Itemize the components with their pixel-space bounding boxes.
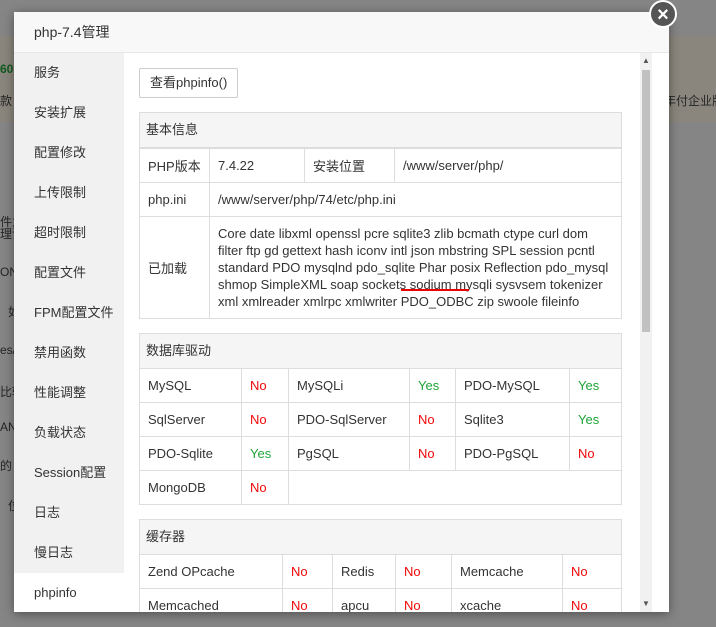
cache-table: Zend OPcache No Redis No Memcache No Mem… [140, 554, 621, 612]
close-icon[interactable]: × [649, 0, 677, 28]
db-status: No [241, 402, 289, 437]
view-phpinfo-button[interactable]: 查看phpinfo() [139, 68, 239, 98]
db-status: No [409, 436, 456, 471]
scroll-up-arrow-icon[interactable]: ▲ [640, 55, 652, 67]
db-name: PDO-Sqlite [140, 436, 242, 471]
db-name: PDO-PgSQL [455, 436, 570, 471]
cache-status: No [562, 554, 621, 589]
ini-label: php.ini [140, 182, 210, 217]
sidebar-item-fpm-config[interactable]: FPM配置文件 [14, 293, 124, 333]
cache-status: No [562, 588, 621, 612]
sidebar-item-upload-limit[interactable]: 上传限制 [14, 173, 124, 213]
db-status: No [409, 402, 456, 437]
sidebar-item-service[interactable]: 服务 [14, 53, 124, 93]
db-status: Yes [241, 436, 289, 471]
sidebar-item-log[interactable]: 日志 [14, 493, 124, 533]
loaded-extensions-value: Core date libxml openssl pcre sqlite3 zl… [209, 216, 621, 318]
cache-name: Zend OPcache [140, 554, 283, 589]
basic-info-table: PHP版本 7.4.22 安装位置 /www/server/php/ php.i… [140, 148, 621, 318]
db-status: No [241, 470, 289, 504]
sidebar-item-config-file[interactable]: 配置文件 [14, 253, 124, 293]
cache-name: Memcache [451, 554, 563, 589]
db-status: No [241, 368, 289, 403]
db-status: Yes [569, 368, 621, 403]
table-row: PDO-Sqlite Yes PgSQL No PDO-PgSQL No [140, 436, 621, 471]
sidebar-item-load-status[interactable]: 负载状态 [14, 413, 124, 453]
db-status: Yes [409, 368, 456, 403]
cache-panel: 缓存器 Zend OPcache No Redis No Memcache No… [139, 519, 622, 612]
db-name: PDO-MySQL [455, 368, 570, 403]
db-status: Yes [569, 402, 621, 437]
db-status: No [569, 436, 621, 471]
sidebar-item-timeout-limit[interactable]: 超时限制 [14, 213, 124, 253]
php-version-value: 7.4.22 [209, 148, 305, 183]
table-row: 已加载 Core date libxml openssl pcre sqlite… [140, 216, 621, 318]
sidebar-item-config-modify[interactable]: 配置修改 [14, 133, 124, 173]
content-scrollbar[interactable]: ▲ ▼ [640, 53, 652, 612]
loaded-label: 已加载 [140, 216, 210, 318]
table-row: php.ini /www/server/php/74/etc/php.ini [140, 182, 621, 217]
install-path-label: 安装位置 [304, 148, 395, 183]
table-row: Zend OPcache No Redis No Memcache No [140, 554, 621, 589]
cache-status: No [282, 554, 333, 589]
php-manager-dialog: php-7.4管理 服务 安装扩展 配置修改 上传限制 超时限制 配置文件 FP… [14, 12, 669, 612]
sidebar-item-phpinfo[interactable]: phpinfo [14, 573, 124, 612]
cache-status: No [395, 588, 452, 612]
table-row: MySQL No MySQLi Yes PDO-MySQL Yes [140, 368, 621, 403]
dialog-content: 查看phpinfo() 基本信息 PHP版本 7.4.22 安装位置 /www/… [124, 53, 669, 612]
db-driver-panel: 数据库驱动 MySQL No MySQLi Yes PDO-MySQL Yes … [139, 333, 622, 505]
cache-status: No [282, 588, 333, 612]
dialog-sidebar: 服务 安装扩展 配置修改 上传限制 超时限制 配置文件 FPM配置文件 禁用函数… [14, 53, 124, 612]
db-name: SqlServer [140, 402, 242, 437]
basic-info-title: 基本信息 [140, 113, 621, 148]
cache-name: apcu [332, 588, 396, 612]
sidebar-item-slow-log[interactable]: 慢日志 [14, 533, 124, 573]
php-version-label: PHP版本 [140, 148, 210, 183]
db-name: PDO-SqlServer [288, 402, 410, 437]
db-name: MongoDB [140, 470, 242, 504]
db-name: PgSQL [288, 436, 410, 471]
cache-name: xcache [451, 588, 563, 612]
db-name: MySQL [140, 368, 242, 403]
scroll-thumb[interactable] [642, 70, 650, 332]
basic-info-panel: 基本信息 PHP版本 7.4.22 安装位置 /www/server/php/ … [139, 112, 622, 319]
table-row: PHP版本 7.4.22 安装位置 /www/server/php/ [140, 148, 621, 183]
sidebar-item-disabled-functions[interactable]: 禁用函数 [14, 333, 124, 373]
table-row: SqlServer No PDO-SqlServer No Sqlite3 Ye… [140, 402, 621, 437]
db-name: Sqlite3 [455, 402, 570, 437]
sidebar-item-performance[interactable]: 性能调整 [14, 373, 124, 413]
scroll-down-arrow-icon[interactable]: ▼ [640, 598, 652, 610]
cache-name: Memcached [140, 588, 283, 612]
empty-cell [288, 470, 621, 504]
table-row: Memcached No apcu No xcache No [140, 588, 621, 612]
cache-name: Redis [332, 554, 396, 589]
db-name: MySQLi [288, 368, 410, 403]
underline-annotation [401, 289, 469, 291]
table-row: MongoDB No [140, 470, 621, 504]
sidebar-item-install-extension[interactable]: 安装扩展 [14, 93, 124, 133]
sidebar-item-session-config[interactable]: Session配置 [14, 453, 124, 493]
install-path-value: /www/server/php/ [394, 148, 621, 183]
cache-status: No [395, 554, 452, 589]
cache-title: 缓存器 [140, 520, 621, 555]
dialog-title: php-7.4管理 [14, 12, 669, 53]
db-driver-table: MySQL No MySQLi Yes PDO-MySQL Yes SqlSer… [140, 368, 621, 504]
db-driver-title: 数据库驱动 [140, 334, 621, 369]
ini-path-value: /www/server/php/74/etc/php.ini [209, 182, 621, 217]
